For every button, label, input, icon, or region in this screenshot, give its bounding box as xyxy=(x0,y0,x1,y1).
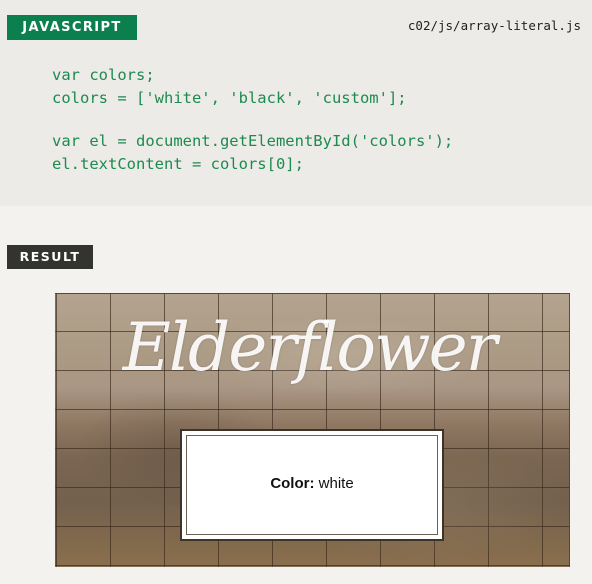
color-value: white xyxy=(318,475,354,492)
file-path: c02/js/array-literal.js xyxy=(407,18,581,33)
code-line-element-lookup: var el = document.getElementById('colors… xyxy=(52,132,454,150)
result-preview: Elderflower Color: white xyxy=(55,293,570,567)
color-label: Color: xyxy=(270,475,315,492)
color-output-box: Color: white xyxy=(180,429,444,541)
result-label: RESULT xyxy=(7,245,93,269)
javascript-label: JAVASCRIPT xyxy=(7,15,137,40)
elderflower-heading: Elderflower xyxy=(122,309,498,386)
color-output-text: Color: white xyxy=(182,475,442,493)
code-line-text-content: el.textContent = colors[0]; xyxy=(52,155,304,173)
page: JAVASCRIPT c02/js/array-literal.js var c… xyxy=(0,0,592,584)
code-line-variable-declaration: var colors; xyxy=(52,66,155,84)
code-block: var colors; colors = ['white', 'black', … xyxy=(52,64,453,176)
javascript-code-panel: JAVASCRIPT c02/js/array-literal.js var c… xyxy=(0,0,592,206)
code-line-array-literal: colors = ['white', 'black', 'custom']; xyxy=(52,89,407,107)
